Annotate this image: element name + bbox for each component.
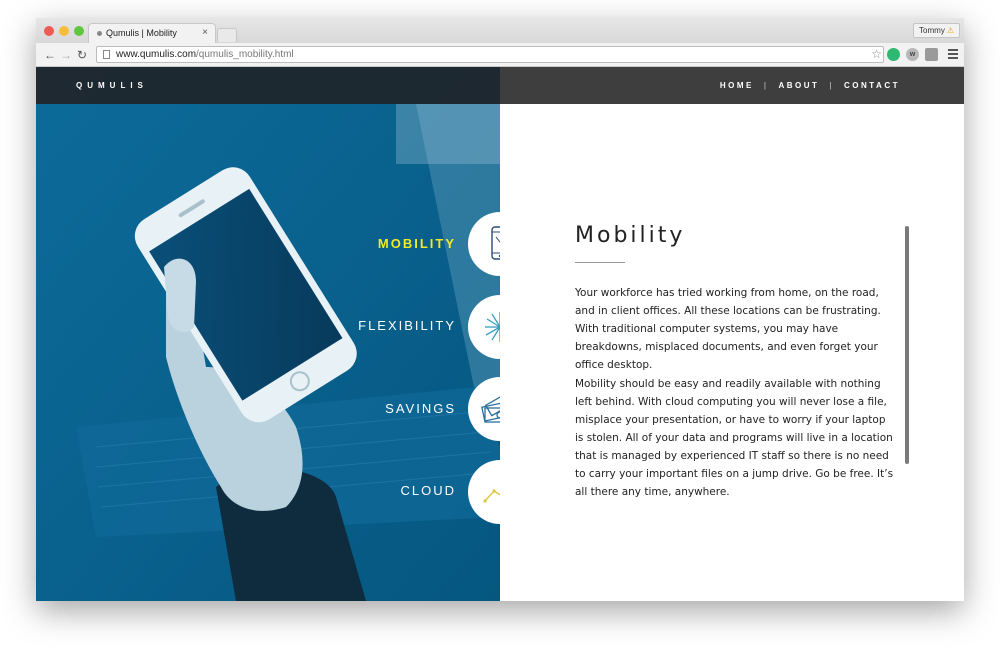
nav-separator: | — [763, 81, 769, 90]
warning-icon: ⚠ — [946, 26, 954, 35]
maximize-window-button[interactable] — [74, 26, 84, 36]
address-bar[interactable]: www.qumulis.com/qumulis_mobility.html — [96, 46, 884, 63]
reload-icon[interactable]: ↻ — [77, 48, 87, 62]
favicon-icon — [97, 31, 102, 37]
window-controls — [44, 26, 84, 36]
main-nav: HOME | ABOUT | CONTACT — [720, 81, 900, 90]
hero-phone-image — [36, 67, 500, 601]
page-icon — [103, 49, 110, 59]
tab-close-icon[interactable]: × — [202, 27, 208, 38]
browser-window: Qumulis | Mobility × Tommy ⚠ ← → ↻ www.qu… — [36, 18, 964, 601]
tab-bar: Qumulis | Mobility × Tommy ⚠ — [36, 18, 964, 43]
back-arrow-icon[interactable]: ← — [44, 48, 56, 62]
url-host: www.qumulis.com — [116, 49, 197, 60]
feature-savings[interactable]: SAVINGS — [385, 401, 456, 416]
tab-title: Qumulis | Mobility — [106, 28, 177, 38]
url-path: /qumulis_mobility.html — [196, 49, 294, 60]
profile-button[interactable]: Tommy ⚠ — [913, 23, 960, 38]
profile-name: Tommy — [919, 26, 945, 35]
content-paragraph-1: Your workforce has tried working from ho… — [575, 287, 881, 371]
title-divider — [575, 262, 625, 263]
new-tab-button[interactable] — [217, 28, 237, 42]
nav-contact[interactable]: CONTACT — [844, 81, 900, 90]
menu-icon[interactable] — [948, 49, 958, 61]
w-extension-icon[interactable]: w — [906, 48, 919, 61]
feature-cloud[interactable]: CLOUD — [400, 483, 456, 498]
browser-tab[interactable]: Qumulis | Mobility × — [88, 23, 216, 43]
extension-icon[interactable] — [925, 48, 938, 61]
close-window-button[interactable] — [44, 26, 54, 36]
web-page: MOBILITY FLEXIBILITY SAVINGS CLOUD Mobil… — [36, 67, 964, 601]
hero-panel: MOBILITY FLEXIBILITY SAVINGS CLOUD — [36, 67, 500, 601]
page-title: Mobility — [575, 223, 686, 248]
feature-mobility[interactable]: MOBILITY — [378, 236, 456, 251]
content-scrollbar[interactable] — [905, 226, 909, 464]
grammarly-extension-icon[interactable] — [887, 48, 900, 61]
bookmark-star-icon[interactable]: ☆ — [871, 47, 882, 61]
minimize-window-button[interactable] — [59, 26, 69, 36]
content-panel: Mobility Your workforce has tried workin… — [500, 104, 964, 601]
content-paragraph-2: Mobility should be easy and readily avai… — [575, 378, 894, 498]
site-logo[interactable]: QUMULIS — [76, 81, 148, 90]
nav-separator: | — [829, 81, 834, 90]
forward-arrow-icon[interactable]: → — [60, 48, 72, 62]
browser-toolbar: ← → ↻ www.qumulis.com/qumulis_mobility.h… — [36, 43, 964, 67]
nav-about[interactable]: ABOUT — [778, 81, 819, 90]
site-header: QUMULIS HOME | ABOUT | CONTACT — [36, 67, 964, 104]
nav-home[interactable]: HOME — [720, 81, 754, 90]
feature-flexibility[interactable]: FLEXIBILITY — [358, 318, 456, 333]
